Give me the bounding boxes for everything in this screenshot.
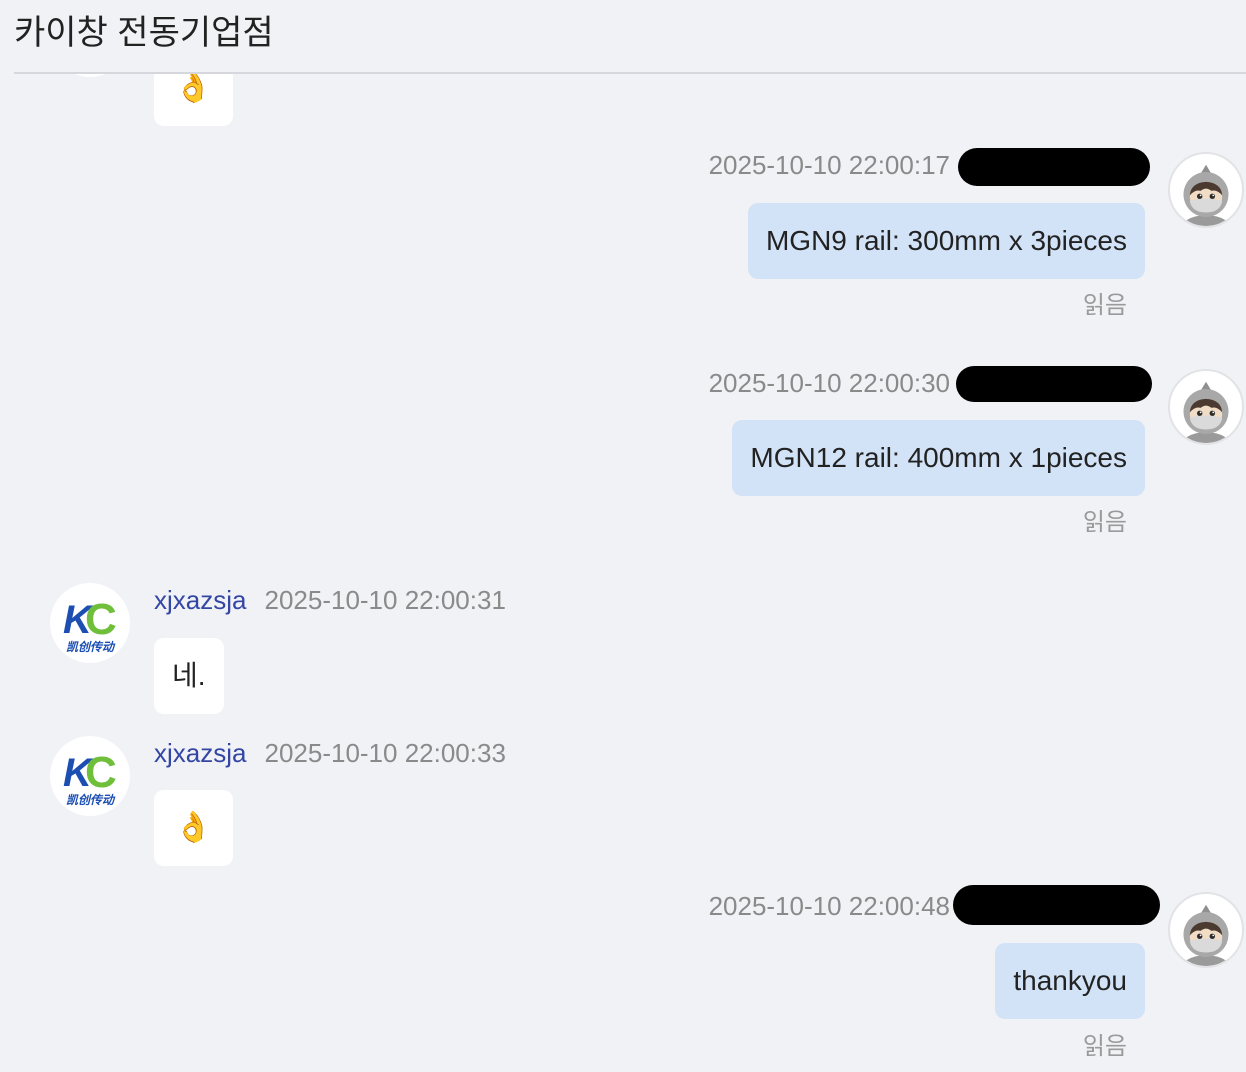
company-logo-icon: K C 凯创传动 (63, 748, 117, 807)
user-avatar[interactable] (1168, 892, 1244, 968)
logo-caption: 凯创传动 (66, 640, 116, 654)
message-timestamp: 2025-10-10 22:00:33 (264, 738, 506, 768)
message-timestamp: 2025-10-10 22:00:17 (708, 150, 950, 180)
read-status: 읽음 (1082, 1033, 1127, 1060)
logo-caption: 凯创传动 (66, 793, 116, 807)
user-avatar[interactable] (1168, 152, 1244, 228)
message-bubble[interactable]: 네. (154, 638, 224, 714)
ninja-avatar-icon (1180, 904, 1232, 966)
contact-avatar[interactable]: K C 凯创传动 (50, 583, 130, 663)
ninja-avatar-icon (1180, 164, 1232, 226)
company-logo-icon: K C 凯创传动 (63, 595, 117, 654)
message-bubble[interactable]: MGN9 rail: 300mm x 3pieces (747, 203, 1145, 279)
message-bubble[interactable]: MGN12 rail: 400mm x 1pieces (732, 420, 1145, 496)
message-bubble[interactable]: 👌 (154, 74, 233, 126)
redacted-sender-name (953, 885, 1160, 925)
chat-window: 카이창 전동기업점 K C 凯创传动 👌 2025-10-10 22:00:17 (0, 0, 1246, 1072)
read-status: 읽음 (1082, 509, 1127, 536)
contact-avatar[interactable]: K C 凯创传动 (50, 736, 130, 816)
message-bubble[interactable]: thankyou (995, 943, 1145, 1019)
sender-name: xjxazsja (154, 585, 247, 615)
ninja-avatar-icon (1180, 381, 1232, 443)
contact-avatar[interactable]: K C 凯创传动 (50, 74, 130, 77)
user-avatar[interactable] (1168, 369, 1244, 445)
message-list[interactable]: K C 凯创传动 👌 2025-10-10 22:00:17 (0, 74, 1246, 1072)
logo-letter-c: C (85, 595, 117, 644)
message-bubble[interactable]: 👌 (154, 790, 233, 866)
sender-name: xjxazsja (154, 738, 247, 768)
read-status: 읽음 (1082, 292, 1127, 319)
redacted-sender-name (958, 148, 1150, 186)
logo-letter-c: C (85, 748, 117, 797)
chat-title: 카이창 전동기업점 (14, 14, 274, 52)
message-meta: xjxazsja 2025-10-10 22:00:31 (154, 585, 506, 615)
message-timestamp: 2025-10-10 22:00:30 (708, 368, 950, 398)
message-timestamp: 2025-10-10 22:00:31 (264, 585, 506, 615)
message-timestamp: 2025-10-10 22:00:48 (708, 891, 950, 921)
redacted-sender-name (956, 366, 1152, 402)
message-meta: xjxazsja 2025-10-10 22:00:33 (154, 738, 506, 768)
company-logo-icon: K C 凯创传动 (50, 74, 130, 77)
